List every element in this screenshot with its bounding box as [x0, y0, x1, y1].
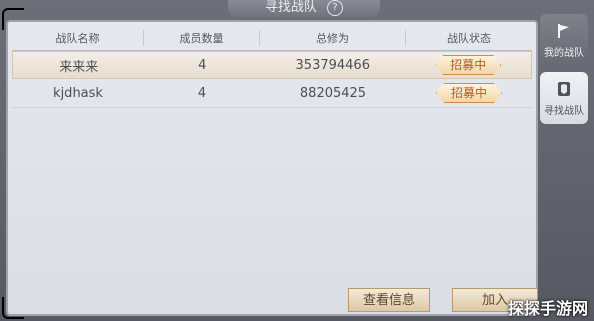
team-flag-icon — [554, 21, 574, 41]
column-header-status: 战队状态 — [447, 32, 491, 45]
window-frame: 寻找战队 ? 战队名称 成员数量 总修为 战队状态 来来来 4 35379446… — [0, 0, 594, 321]
team-list-panel: 战队名称 成员数量 总修为 战队状态 来来来 4 353794466 招募中 k… — [6, 20, 538, 316]
page-title: 寻找战队 ? — [228, 0, 380, 18]
view-info-button[interactable]: 查看信息 — [348, 288, 430, 312]
side-tab-find-team-label: 寻找战队 — [544, 106, 584, 117]
team-table: 战队名称 成员数量 总修为 战队状态 来来来 4 353794466 招募中 k… — [12, 26, 532, 108]
side-tab-my-team-label: 我的战队 — [544, 48, 584, 59]
status-badge: 招募中 — [436, 83, 502, 103]
side-tab-my-team[interactable]: 我的战队 — [540, 14, 588, 66]
column-header-power: 总修为 — [260, 30, 406, 46]
team-status-cell: 招募中 — [406, 83, 532, 103]
team-name: 来来来 — [59, 59, 99, 75]
help-icon[interactable]: ? — [327, 0, 344, 16]
watermark-logo: 探探手游网 — [507, 299, 588, 318]
page-title-text: 寻找战队 — [264, 0, 317, 15]
table-row[interactable]: 来来来 4 353794466 招募中 — [12, 51, 532, 79]
action-bar: 查看信息 加入 — [8, 286, 538, 316]
column-header-members: 成员数量 — [144, 30, 260, 46]
team-members: 4 — [198, 57, 207, 73]
search-team-icon — [554, 79, 574, 99]
team-power: 88205425 — [299, 85, 367, 101]
status-badge: 招募中 — [435, 55, 501, 75]
side-nav: 我的战队 寻找战队 — [540, 14, 590, 130]
table-header: 战队名称 成员数量 总修为 战队状态 — [12, 26, 532, 51]
column-header-name: 战队名称 — [12, 30, 144, 46]
side-tab-find-team[interactable]: 寻找战队 — [540, 72, 588, 124]
team-members: 4 — [197, 85, 207, 101]
table-row[interactable]: kjdhask 4 88205425 招募中 — [12, 79, 532, 108]
team-name: kjdhask — [53, 85, 103, 101]
team-status-cell: 招募中 — [405, 55, 531, 75]
team-power: 353794466 — [295, 57, 370, 73]
